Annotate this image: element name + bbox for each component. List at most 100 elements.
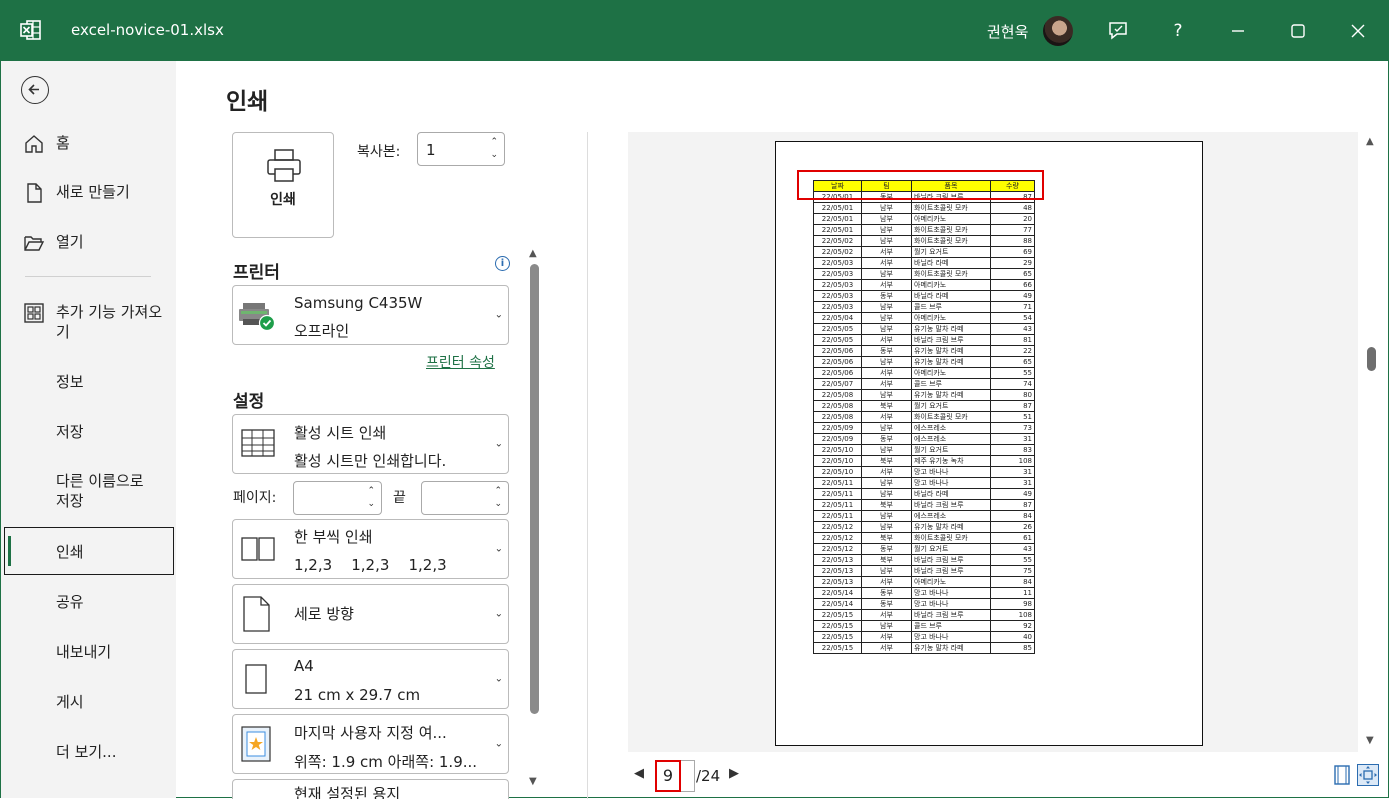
table-cell: 화이트초콜릿 모카	[911, 532, 991, 544]
printer-properties-link[interactable]: 프린터 속성	[426, 352, 495, 372]
table-cell: 남부	[861, 202, 912, 214]
nav-save[interactable]: 저장	[1, 422, 176, 446]
table-cell: 콜드 브루	[911, 620, 991, 632]
table-cell: 22	[990, 345, 1035, 357]
collate-dropdown[interactable]: 한 부씩 인쇄 1,2,3 1,2,3 1,2,3 ⌄	[232, 519, 509, 579]
nav-addins[interactable]: 추가 기능 가져오기	[1, 302, 176, 344]
paper-size-dropdown[interactable]: A4 21 cm x 29.7 cm ⌄	[232, 649, 509, 709]
table-cell: 서부	[861, 257, 912, 269]
nav-home[interactable]: 홈	[1, 133, 176, 157]
table-cell: 22/05/12	[813, 543, 862, 555]
table-cell: 22/05/06	[813, 367, 862, 379]
backstage-nav: 홈 새로 만들기 열기 추가 기능 가져오기 정보 저장 다른 이름으로 저장 …	[1, 61, 176, 798]
spin-arrows-icon[interactable]: ⌃ ⌄	[367, 485, 375, 511]
table-row: 22/05/14 동부 망고 바나나 98	[813, 598, 1035, 610]
preview-page: 날짜 팀 품목 수량 22/05/01 동부 바닐라 크림 브루 87 22/05/01…	[775, 141, 1203, 746]
zoom-to-page-button[interactable]	[1357, 764, 1379, 786]
nav-divider	[25, 276, 151, 277]
table-cell: 서부	[861, 576, 912, 588]
nav-share[interactable]: 공유	[1, 592, 176, 616]
close-icon[interactable]	[1343, 16, 1373, 46]
pages-from-input[interactable]: ⌃ ⌄	[293, 481, 382, 515]
table-cell: 22/05/03	[813, 268, 862, 280]
preview-scrollbar[interactable]: ▲ ▼	[1364, 133, 1380, 750]
table-cell: 22/05/03	[813, 257, 862, 269]
print-button-label: 인쇄	[270, 192, 296, 208]
table-cell: 남부	[861, 268, 912, 280]
printer-section-title: 프린터	[233, 263, 280, 283]
user-name[interactable]: 권현욱	[987, 21, 1028, 42]
table-cell: 망고 바나나	[911, 477, 991, 489]
printer-dropdown[interactable]: Samsung C435W 오프라인 ⌄	[232, 285, 509, 345]
table-cell: 남부	[861, 488, 912, 500]
back-button[interactable]	[21, 76, 49, 104]
table-cell: 49	[990, 290, 1035, 302]
nav-label: 공유	[56, 593, 84, 611]
copies-stepper[interactable]: 1 ⌃ ⌄	[417, 132, 505, 166]
spin-arrows-icon[interactable]: ⌃ ⌄	[494, 485, 502, 511]
settings-scrollbar[interactable]: ▲ ▼	[527, 246, 543, 792]
portrait-page-icon	[243, 596, 270, 632]
nav-export[interactable]: 내보내기	[1, 642, 176, 666]
feedback-icon[interactable]	[1103, 16, 1133, 46]
table-row: 22/05/01 남부 화이트초콜릿 모카 77	[813, 224, 1035, 236]
total-pages: /24	[696, 767, 721, 785]
scroll-up-icon[interactable]: ▲	[1366, 136, 1374, 147]
nav-save-as[interactable]: 다른 이름으로 저장	[1, 471, 176, 513]
previous-page-icon[interactable]: ◀	[634, 766, 644, 781]
table-cell: 동부	[861, 587, 912, 599]
avatar[interactable]	[1043, 16, 1073, 46]
info-icon[interactable]: i	[495, 256, 510, 271]
table-cell: 22/05/06	[813, 345, 862, 357]
table-cell: 유기농 말차 라떼	[911, 389, 991, 401]
nav-new[interactable]: 새로 만들기	[1, 182, 176, 206]
margins-dropdown[interactable]: 마지막 사용자 지정 여... 위쪽: 1.9 cm 아래쪽: 1.9... ⌄	[232, 714, 509, 774]
nav-info[interactable]: 정보	[1, 372, 176, 396]
nav-print[interactable]: 인쇄	[1, 542, 176, 566]
table-cell: 제주 유기농 녹차	[911, 455, 991, 467]
table-cell: 98	[990, 598, 1035, 610]
minimize-icon[interactable]	[1223, 16, 1253, 46]
table-cell: 서부	[861, 334, 912, 346]
scrollbar-thumb[interactable]	[1367, 347, 1376, 371]
preview-table: 날짜 팀 품목 수량 22/05/01 동부 바닐라 크림 브루 87 22/05/01…	[813, 180, 1035, 654]
scrollbar-thumb[interactable]	[530, 264, 539, 714]
table-cell: 월기 요거트	[911, 246, 991, 258]
table-cell: 81	[990, 334, 1035, 346]
current-page[interactable]: 9	[655, 760, 681, 792]
chevron-down-icon: ⌄	[494, 543, 503, 555]
nav-open[interactable]: 열기	[1, 232, 176, 256]
scaling-dropdown[interactable]: 현재 설정된 용지	[232, 779, 509, 799]
table-row: 22/05/01 남부 화이트초콜릿 모카 48	[813, 202, 1035, 214]
help-icon[interactable]: ?	[1163, 16, 1193, 46]
chevron-down-icon: ⌄	[494, 438, 503, 450]
table-cell: 아메리카노	[911, 367, 991, 379]
table-cell: 22/05/13	[813, 576, 862, 588]
print-what-dropdown[interactable]: 활성 시트 인쇄 활성 시트만 인쇄합니다. ⌄	[232, 414, 509, 474]
table-cell: 서부	[861, 279, 912, 291]
table-cell: 71	[990, 301, 1035, 313]
spin-arrows-icon[interactable]: ⌃ ⌄	[490, 136, 498, 162]
nav-label: 인쇄	[56, 543, 84, 561]
show-margins-button[interactable]	[1331, 764, 1353, 786]
print-button[interactable]: 인쇄	[232, 132, 334, 238]
nav-label: 정보	[56, 373, 84, 391]
next-page-icon[interactable]: ▶	[729, 766, 739, 781]
table-cell: 화이트초콜릿 모카	[911, 268, 991, 280]
collate-title: 한 부씩 인쇄	[294, 528, 373, 546]
scroll-down-icon[interactable]: ▼	[529, 776, 537, 787]
nav-publish[interactable]: 게시	[1, 692, 176, 716]
nav-more[interactable]: 더 보기...	[1, 742, 176, 766]
scroll-up-icon[interactable]: ▲	[529, 248, 537, 259]
pages-to-input[interactable]: ⌃ ⌄	[421, 481, 509, 515]
maximize-icon[interactable]	[1283, 16, 1313, 46]
table-cell: 22/05/03	[813, 290, 862, 302]
table-cell: 남부	[861, 510, 912, 522]
table-cell: 55	[990, 554, 1035, 566]
table-cell: 동부	[861, 543, 912, 555]
orientation-dropdown[interactable]: 세로 방향 ⌄	[232, 584, 509, 644]
scroll-down-icon[interactable]: ▼	[1366, 735, 1374, 746]
chevron-down-icon: ⌄	[494, 309, 503, 321]
addins-icon	[24, 303, 44, 323]
table-row: 22/05/09 남부 에스프레소 73	[813, 422, 1035, 434]
